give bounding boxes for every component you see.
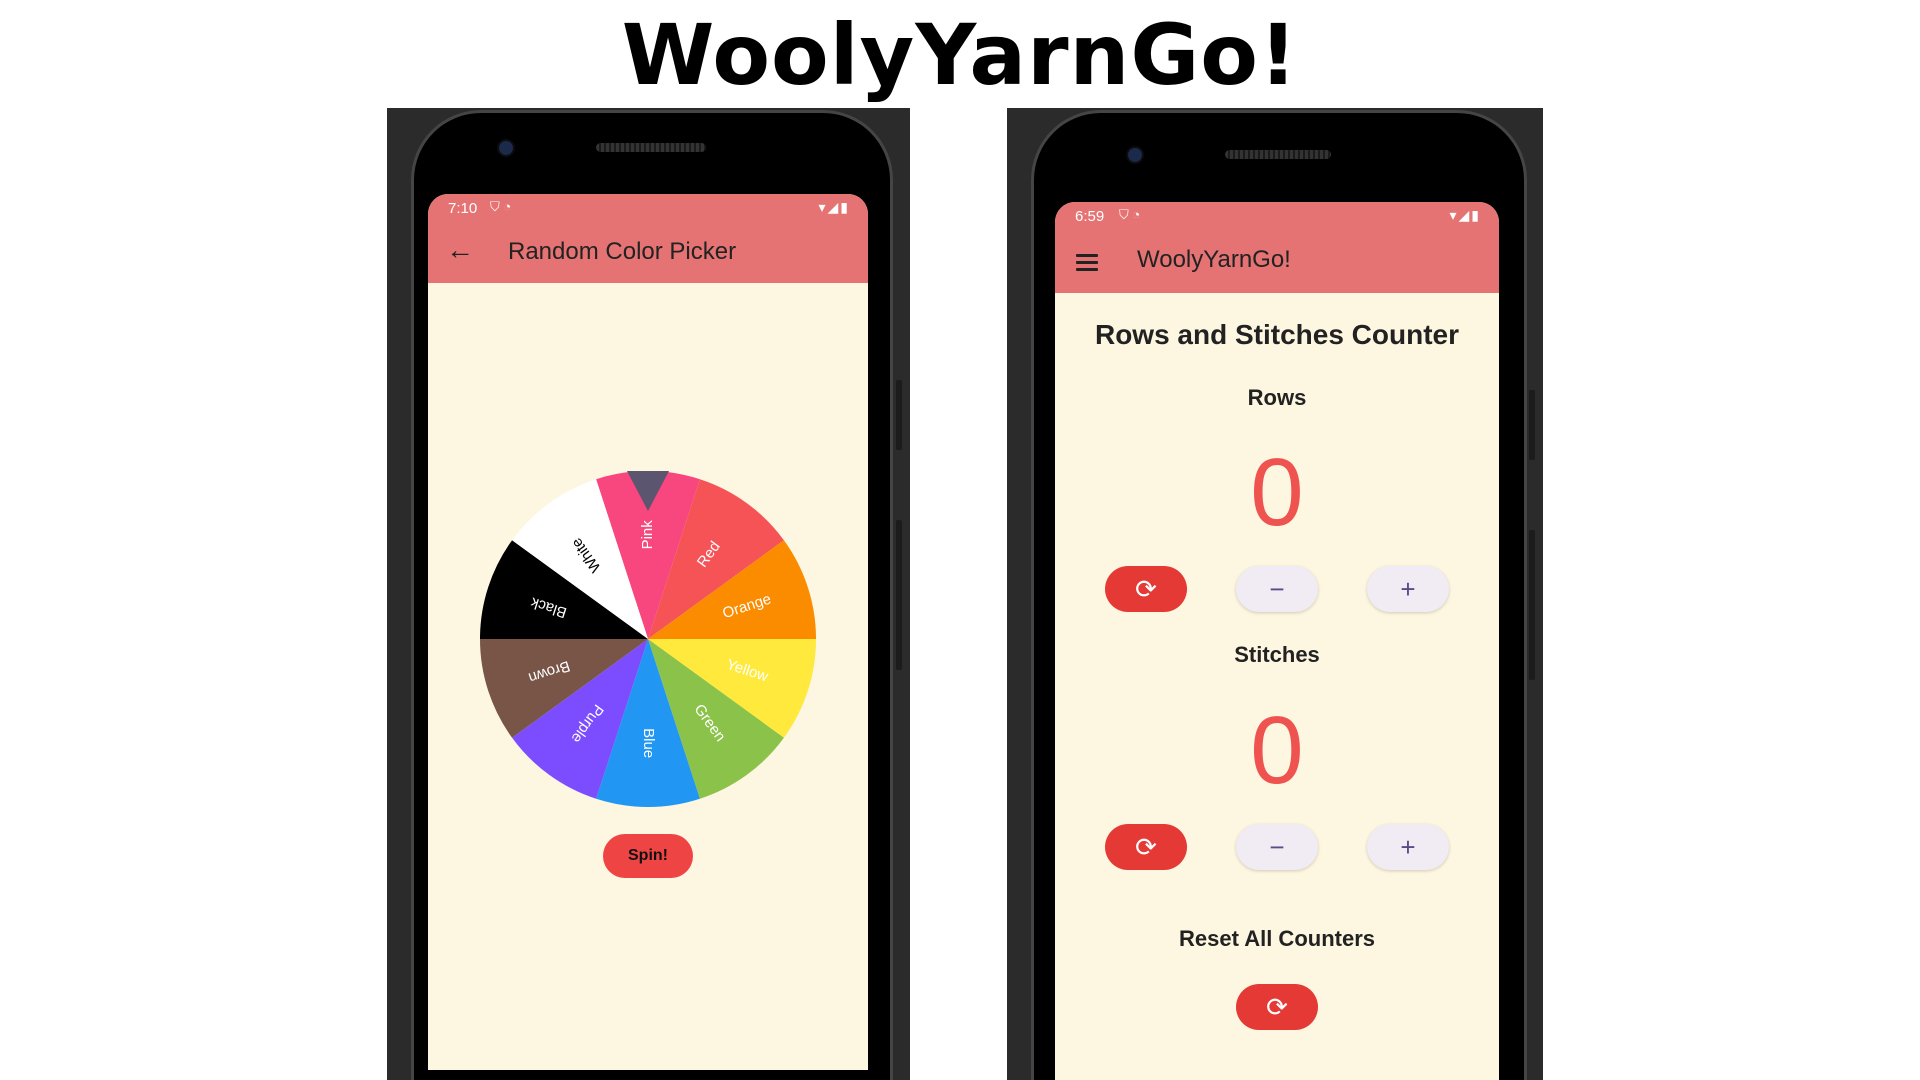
app-bar-title: WoolyYarnGo! [1137, 246, 1291, 273]
stitches-label: Stitches [1234, 642, 1320, 667]
back-arrow-icon[interactable]: ← [446, 234, 474, 266]
left-camera-icon [497, 139, 515, 157]
left-phone-screen: 7:10 ⛉ ◔ ▾◢▮ ← Random Color Picker Pink R… [428, 194, 868, 1070]
right-phone-side-button [1529, 390, 1535, 460]
reset-all-button[interactable]: ⟳ [1236, 984, 1318, 1030]
left-phone-side-button [896, 520, 902, 670]
page-title: WoolyYarnGo! [621, 6, 1299, 104]
status-notification-icons: ⛉ ◔ [490, 199, 512, 214]
wheel-label-blue: Blue [640, 728, 657, 758]
rows-label: Rows [1247, 385, 1307, 410]
spin-button[interactable]: Spin! [603, 834, 693, 878]
stitches-count: 0 [1250, 697, 1304, 804]
rows-reset-button[interactable]: ⟳ [1105, 566, 1187, 612]
right-phone-screen: 6:59 ⛉ ◔ ▾◢▮ WoolyYarnGo! Rows and Stitc… [1055, 202, 1499, 1080]
hamburger-menu-icon[interactable] [1076, 254, 1098, 275]
counter-page-heading: Rows and Stitches Counter [1094, 319, 1460, 350]
status-time: 6:59 [1075, 208, 1105, 225]
right-speaker-grille [1225, 150, 1331, 159]
status-signal-battery-icons: ▾◢▮ [1449, 207, 1481, 223]
left-speaker-grille [596, 143, 706, 152]
rows-increment-button[interactable]: + [1367, 566, 1449, 612]
stitches-reset-button[interactable]: ⟳ [1105, 824, 1187, 870]
left-app-bar: 7:10 ⛉ ◔ ▾◢▮ ← Random Color Picker [428, 194, 868, 283]
app-bar-title: Random Color Picker [508, 238, 737, 265]
rows-count: 0 [1250, 439, 1304, 546]
right-phone-side-button [1529, 530, 1535, 680]
stitches-increment-button[interactable]: + [1367, 824, 1449, 870]
stitches-decrement-button[interactable]: − [1236, 824, 1318, 870]
status-signal-battery-icons: ▾◢▮ [818, 199, 850, 215]
rows-decrement-button[interactable]: − [1236, 566, 1318, 612]
wheel-label-pink: Pink [639, 520, 656, 550]
left-phone-side-button [896, 380, 902, 450]
status-notification-icons: ⛉ ◔ [1119, 207, 1141, 222]
right-camera-icon [1126, 146, 1144, 164]
status-time: 7:10 [448, 200, 478, 217]
color-wheel[interactable]: PinkRedOrangeYellowGreenBluePurpleBrownB… [428, 464, 868, 824]
reset-all-label: Reset All Counters [1178, 926, 1375, 951]
right-app-bar: 6:59 ⛉ ◔ ▾◢▮ WoolyYarnGo! [1055, 202, 1499, 293]
